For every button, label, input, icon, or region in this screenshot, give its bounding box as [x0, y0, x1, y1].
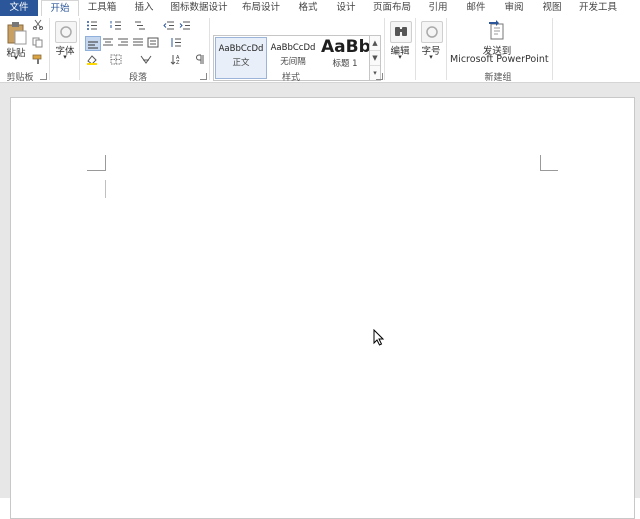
- tab-format[interactable]: 格式: [294, 0, 322, 16]
- tab-developer[interactable]: 开发工具: [576, 0, 620, 16]
- circle-placeholder-icon: [60, 26, 72, 38]
- ribbon-home: 粘贴 ▾ 剪贴板 字体 ▾ A Z 段落 AaBbCcDd 正文 AaBbCcD…: [0, 16, 640, 83]
- align-left-button[interactable]: [85, 36, 101, 51]
- shading-icon[interactable]: [86, 54, 98, 65]
- crop-mark-top-right: [540, 170, 558, 171]
- bullets-icon[interactable]: [86, 20, 98, 31]
- decrease-indent-icon[interactable]: [163, 20, 175, 31]
- tab-chart-data-design[interactable]: 图标数据设计: [168, 0, 230, 16]
- tab-insert[interactable]: 插入: [130, 0, 158, 16]
- chinese-layout-icon[interactable]: [140, 54, 152, 65]
- font-size-button[interactable]: [421, 21, 443, 43]
- style-name: 正文: [232, 58, 250, 68]
- style-sample: AaBb: [321, 37, 369, 57]
- gallery-down-arrow[interactable]: ▼: [370, 51, 380, 66]
- new-group-label: 新建组: [484, 73, 512, 83]
- group-separator: [384, 18, 385, 80]
- paragraph-group-label: 段落: [128, 73, 147, 83]
- circle-placeholder-icon: [426, 26, 438, 38]
- multilevel-list-icon[interactable]: [134, 20, 146, 31]
- group-separator: [552, 18, 553, 80]
- font-size-dropdown-arrow[interactable]: ▾: [427, 53, 435, 61]
- styles-group-label: 样式: [281, 73, 300, 83]
- tab-design[interactable]: 设计: [332, 0, 360, 16]
- numbering-icon[interactable]: [110, 20, 122, 31]
- cut-icon[interactable]: [32, 19, 44, 30]
- paste-dropdown-arrow[interactable]: ▾: [12, 54, 20, 62]
- line-spacing-icon[interactable]: [170, 37, 182, 48]
- style-normal[interactable]: AaBbCcDd 正文: [215, 37, 267, 79]
- document-page[interactable]: [10, 97, 635, 519]
- sort-icon[interactable]: AZ: [170, 54, 182, 65]
- clipboard-group-label: 剪贴板: [6, 73, 34, 83]
- style-sample: AaBbCcDd: [218, 44, 264, 54]
- tab-mailings[interactable]: 邮件: [462, 0, 490, 16]
- copy-icon[interactable]: [32, 37, 44, 48]
- borders-icon[interactable]: [110, 54, 122, 65]
- send-to-ppt-label-line2[interactable]: Microsoft PowerPoint: [450, 54, 549, 65]
- group-separator: [209, 18, 210, 80]
- paste-icon[interactable]: [6, 21, 28, 45]
- group-separator: [49, 18, 50, 80]
- tab-page-layout[interactable]: 页面布局: [370, 0, 414, 16]
- document-area: [0, 83, 640, 519]
- style-name: 无间隔: [280, 57, 306, 67]
- paragraph-dialog-launcher[interactable]: [200, 73, 207, 80]
- style-heading-1[interactable]: AaBb 标题 1: [321, 37, 369, 77]
- crop-mark-top-left: [87, 170, 105, 171]
- font-button[interactable]: [55, 21, 77, 43]
- style-sample: AaBbCcDd: [270, 43, 316, 53]
- style-name: 标题 1: [332, 59, 358, 69]
- send-to-powerpoint-icon[interactable]: [486, 19, 508, 41]
- format-painter-icon[interactable]: [32, 54, 44, 65]
- tab-layout-design[interactable]: 布局设计: [240, 0, 282, 16]
- justify-icon[interactable]: [132, 37, 144, 48]
- font-dropdown-arrow[interactable]: ▾: [61, 53, 69, 61]
- binoculars-icon: [395, 27, 407, 36]
- increase-indent-icon[interactable]: [179, 20, 191, 31]
- align-right-icon[interactable]: [117, 37, 129, 48]
- mouse-pointer-icon: [373, 329, 385, 346]
- group-separator: [79, 18, 80, 80]
- distributed-icon[interactable]: [147, 37, 159, 48]
- group-separator: [415, 18, 416, 80]
- tab-review[interactable]: 审阅: [500, 0, 528, 16]
- align-center-icon[interactable]: [102, 37, 114, 48]
- align-left-icon: [88, 41, 98, 49]
- tab-file[interactable]: 文件: [0, 0, 38, 16]
- tab-view[interactable]: 视图: [538, 0, 566, 16]
- group-separator: [446, 18, 447, 80]
- editing-dropdown-arrow[interactable]: ▾: [396, 53, 404, 61]
- tab-references[interactable]: 引用: [424, 0, 452, 16]
- crop-mark-top-right: [540, 155, 541, 171]
- show-marks-icon[interactable]: [194, 54, 206, 65]
- editing-button[interactable]: [390, 21, 412, 43]
- text-caret: [105, 180, 106, 198]
- tab-toolbox[interactable]: 工具箱: [83, 0, 121, 16]
- svg-text:Z: Z: [176, 60, 180, 65]
- ribbon-tab-bar: 文件 开始 工具箱 插入 图标数据设计 布局设计 格式 设计 页面布局 引用 邮…: [0, 0, 640, 18]
- styles-dialog-launcher[interactable]: [376, 73, 383, 80]
- gallery-up-arrow[interactable]: ▲: [370, 36, 380, 51]
- crop-mark-top-left: [105, 155, 106, 171]
- clipboard-dialog-launcher[interactable]: [40, 73, 47, 80]
